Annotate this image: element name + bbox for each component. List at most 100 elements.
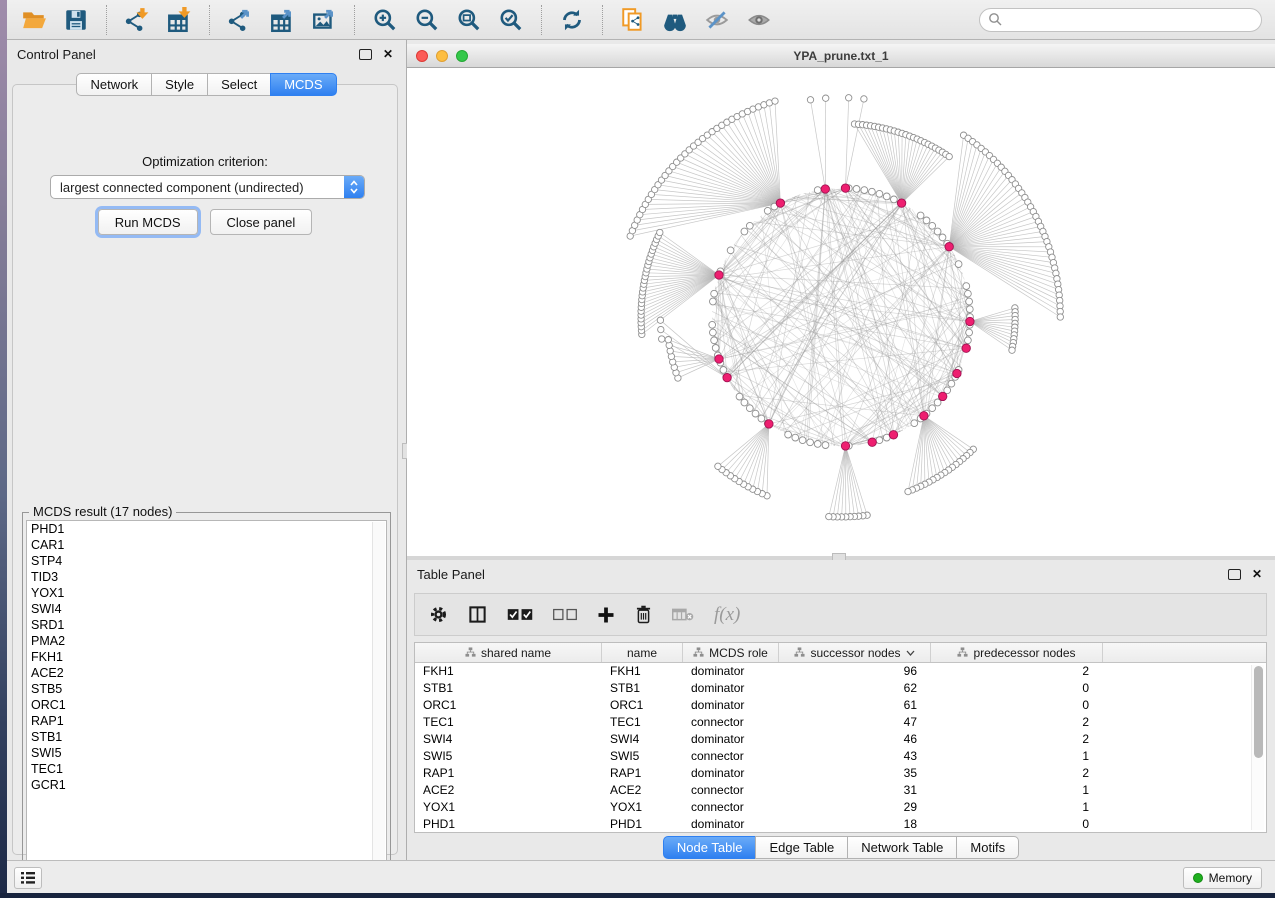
network-leaf-node[interactable] (659, 336, 665, 342)
close-panel-button[interactable]: Close panel (210, 209, 313, 235)
mcds-result-item[interactable]: YOX1 (27, 585, 386, 601)
network-dominator-node[interactable] (889, 431, 897, 439)
network-node[interactable] (785, 431, 792, 438)
network-node[interactable] (883, 193, 890, 200)
network-leaf-node[interactable] (1057, 314, 1063, 320)
table-panel-float-button[interactable] (1226, 566, 1242, 582)
network-node[interactable] (709, 321, 716, 328)
mcds-result-item[interactable]: STB5 (27, 681, 386, 697)
mcds-result-item[interactable]: CAR1 (27, 537, 386, 553)
network-node[interactable] (799, 437, 806, 444)
network-node[interactable] (814, 187, 821, 194)
network-dominator-node[interactable] (966, 317, 974, 325)
network-node[interactable] (923, 217, 930, 224)
table-row[interactable]: ACE2ACE2connector311 (415, 782, 1266, 799)
network-node[interactable] (741, 399, 748, 406)
tab-mcds[interactable]: MCDS (270, 73, 336, 96)
table-row[interactable]: SWI5SWI5connector431 (415, 748, 1266, 765)
network-node[interactable] (965, 337, 972, 344)
table-row[interactable]: STB1STB1dominator620 (415, 680, 1266, 697)
network-node[interactable] (948, 380, 955, 387)
share-document-button[interactable] (615, 4, 651, 36)
network-node[interactable] (764, 207, 771, 214)
save-button[interactable] (58, 4, 94, 36)
network-node[interactable] (876, 190, 883, 197)
network-node[interactable] (966, 329, 973, 336)
network-leaf-node[interactable] (772, 98, 778, 104)
network-dominator-node[interactable] (897, 199, 905, 207)
network-node[interactable] (710, 329, 717, 336)
mcds-result-item[interactable]: SWI4 (27, 601, 386, 617)
mcds-result-item[interactable]: ORC1 (27, 697, 386, 713)
network-dominator-node[interactable] (821, 185, 829, 193)
table-row[interactable]: FKH1FKH1dominator962 (415, 663, 1266, 680)
network-node[interactable] (869, 188, 876, 195)
import-table-button[interactable] (161, 4, 197, 36)
network-node[interactable] (822, 442, 829, 449)
table-scrollbar-thumb[interactable] (1254, 666, 1263, 758)
network-window-titlebar[interactable]: YPA_prune.txt_1 (407, 44, 1275, 68)
mcds-result-item[interactable]: TEC1 (27, 761, 386, 777)
network-leaf-node[interactable] (1009, 347, 1015, 353)
network-dominator-node[interactable] (868, 438, 876, 446)
criterion-dropdown[interactable]: largest connected component (undirected) (50, 175, 365, 199)
refresh-button[interactable] (554, 4, 590, 36)
table-scrollbar[interactable] (1251, 665, 1264, 830)
deselect-all-icon[interactable] (553, 602, 577, 628)
network-dominator-node[interactable] (939, 392, 947, 400)
network-node[interactable] (966, 306, 973, 313)
gear-icon[interactable] (429, 602, 448, 628)
network-dominator-node[interactable] (723, 373, 731, 381)
export-image-button[interactable] (306, 4, 342, 36)
task-history-button[interactable] (14, 867, 42, 889)
network-node[interactable] (727, 247, 734, 254)
table-tab-node-table[interactable]: Node Table (663, 836, 757, 859)
hide-eye-button[interactable] (699, 4, 735, 36)
network-node[interactable] (741, 228, 748, 235)
table-row[interactable]: SWI4SWI4dominator462 (415, 731, 1266, 748)
table-tab-edge-table[interactable]: Edge Table (755, 836, 848, 859)
table-row[interactable]: RAP1RAP1dominator352 (415, 765, 1266, 782)
table-row[interactable]: ORC1ORC1dominator610 (415, 697, 1266, 714)
tab-network[interactable]: Network (76, 73, 152, 96)
network-node[interactable] (861, 187, 868, 194)
network-dominator-node[interactable] (841, 442, 849, 450)
mcds-result-item[interactable]: GCR1 (27, 777, 386, 793)
mcds-result-item[interactable]: PHD1 (27, 521, 386, 537)
network-leaf-node[interactable] (823, 95, 829, 101)
table-row[interactable]: TEC1TEC1connector472 (415, 714, 1266, 731)
mcds-list-scrollbar[interactable] (372, 522, 385, 876)
show-eye-button[interactable] (741, 4, 777, 36)
network-node[interactable] (752, 410, 759, 417)
tab-style[interactable]: Style (151, 73, 208, 96)
network-dominator-node[interactable] (776, 199, 784, 207)
network-node[interactable] (911, 420, 918, 427)
node-table[interactable]: shared namenameMCDS rolesuccessor nodesp… (414, 642, 1267, 833)
network-node[interactable] (929, 405, 936, 412)
mcds-result-item[interactable]: RAP1 (27, 713, 386, 729)
network-leaf-node[interactable] (905, 488, 911, 494)
table-row[interactable]: YOX1YOX1connector291 (415, 799, 1266, 816)
export-network-button[interactable] (222, 4, 258, 36)
network-node[interactable] (711, 290, 718, 297)
zoom-selected-button[interactable] (493, 4, 529, 36)
network-node[interactable] (736, 393, 743, 400)
column-header-shared-name[interactable]: shared name (415, 643, 602, 662)
mcds-result-item[interactable]: SWI5 (27, 745, 386, 761)
network-node[interactable] (965, 290, 972, 297)
network-dominator-node[interactable] (945, 243, 953, 251)
network-node[interactable] (853, 186, 860, 193)
network-leaf-node[interactable] (946, 153, 952, 159)
network-dominator-node[interactable] (841, 184, 849, 192)
network-dominator-node[interactable] (953, 369, 961, 377)
control-panel-float-button[interactable] (357, 46, 373, 62)
add-row-icon[interactable] (597, 602, 615, 628)
control-panel-close-button[interactable]: ✕ (380, 46, 396, 62)
network-leaf-node[interactable] (715, 463, 721, 469)
zoom-fit-button[interactable] (451, 4, 487, 36)
mcds-result-list[interactable]: PHD1CAR1STP4TID3YOX1SWI4SRD1PMA2FKH1ACE2… (26, 520, 387, 876)
network-node[interactable] (710, 298, 717, 305)
delete-row-icon[interactable] (635, 602, 652, 628)
network-node[interactable] (792, 434, 799, 441)
network-leaf-node[interactable] (658, 326, 664, 332)
